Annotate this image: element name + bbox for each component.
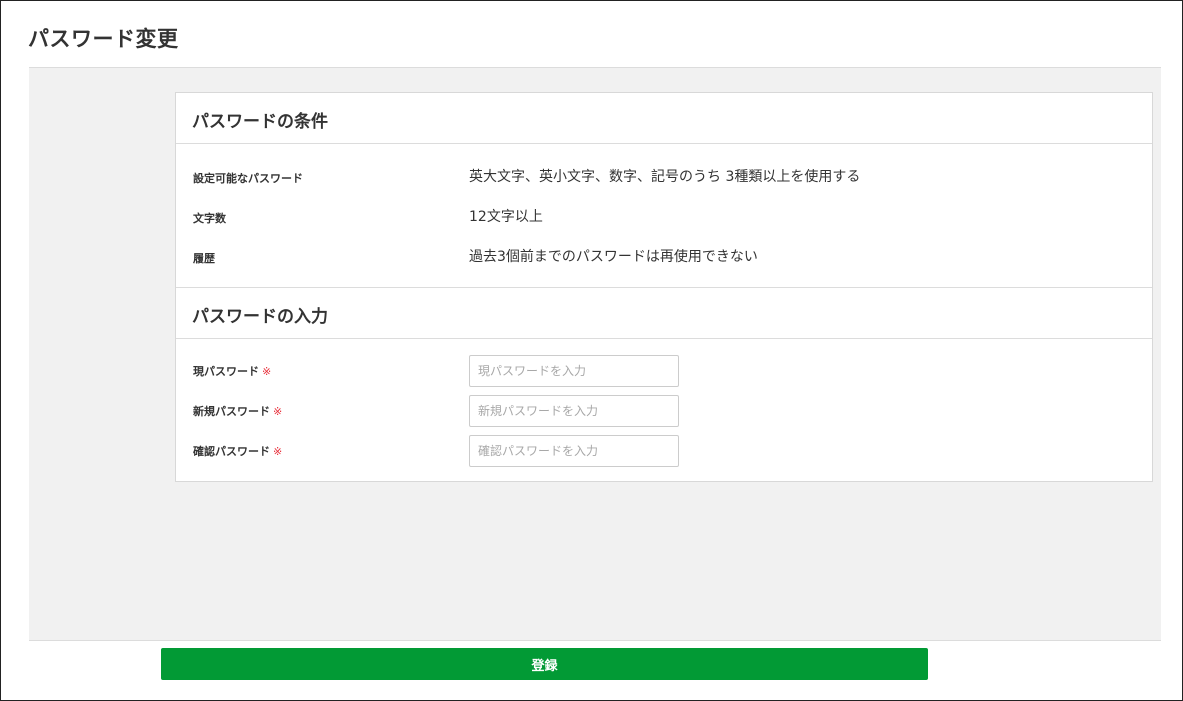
page-title: パスワード変更 xyxy=(28,27,179,51)
conditions-heading: パスワードの条件 xyxy=(192,112,328,132)
condition-label: 設定可能なパスワード xyxy=(193,172,303,185)
required-mark: ※ xyxy=(273,405,283,418)
field-row-current-password: 現パスワード ※ xyxy=(176,355,1152,387)
required-mark: ※ xyxy=(273,445,283,458)
field-label: 新規パスワード ※ xyxy=(193,405,283,418)
condition-value: 英大文字、英小文字、数字、記号のうち 3種類以上を使用する xyxy=(469,169,861,185)
condition-label: 文字数 xyxy=(193,212,226,225)
condition-row-history: 履歴 過去3個前までのパスワードは再使用できない xyxy=(176,246,1152,270)
current-password-input[interactable] xyxy=(469,355,679,387)
confirm-password-input[interactable] xyxy=(469,435,679,467)
field-row-new-password: 新規パスワード ※ xyxy=(176,395,1152,427)
password-form-card: パスワードの条件 設定可能なパスワード 英大文字、英小文字、数字、記号のうち 3… xyxy=(175,92,1153,482)
register-button[interactable]: 登録 xyxy=(161,648,928,680)
condition-label: 履歴 xyxy=(193,252,215,265)
content-area: パスワードの条件 設定可能なパスワード 英大文字、英小文字、数字、記号のうち 3… xyxy=(29,67,1161,641)
condition-row-allowed: 設定可能なパスワード 英大文字、英小文字、数字、記号のうち 3種類以上を使用する xyxy=(176,166,1152,190)
new-password-input[interactable] xyxy=(469,395,679,427)
field-row-confirm-password: 確認パスワード ※ xyxy=(176,435,1152,467)
condition-row-length: 文字数 12文字以上 xyxy=(176,206,1152,230)
window-frame: パスワード変更 パスワードの条件 設定可能なパスワード 英大文字、英小文字、数字… xyxy=(0,0,1183,701)
input-section-header: パスワードの入力 xyxy=(176,287,1152,339)
field-label: 現パスワード ※ xyxy=(193,365,272,378)
conditions-section-header: パスワードの条件 xyxy=(176,93,1152,144)
field-label: 確認パスワード ※ xyxy=(193,445,283,458)
required-mark: ※ xyxy=(262,365,272,378)
input-heading: パスワードの入力 xyxy=(192,307,328,327)
condition-value: 過去3個前までのパスワードは再使用できない xyxy=(469,249,758,265)
condition-value: 12文字以上 xyxy=(469,209,543,225)
